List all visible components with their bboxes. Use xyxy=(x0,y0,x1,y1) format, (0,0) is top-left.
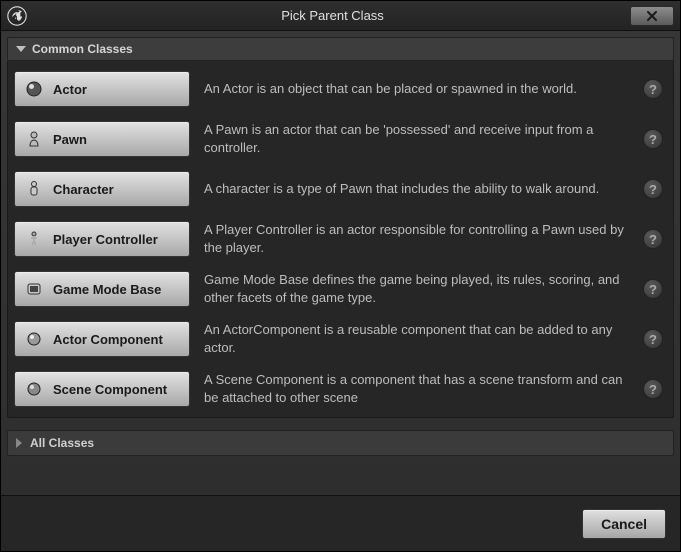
class-label: Game Mode Base xyxy=(53,282,161,297)
dialog-window: Pick Parent Class Common Classes Actor A… xyxy=(0,0,681,552)
help-icon: ? xyxy=(649,332,657,347)
class-row-actor: Actor An Actor is an object that can be … xyxy=(14,71,667,107)
help-icon: ? xyxy=(649,182,657,197)
help-button-character[interactable]: ? xyxy=(643,179,663,199)
common-classes-list: Actor An Actor is an object that can be … xyxy=(7,61,674,418)
actor-icon xyxy=(25,80,43,98)
help-button-player-controller[interactable]: ? xyxy=(643,229,663,249)
class-row-game-mode-base: Game Mode Base Game Mode Base defines th… xyxy=(14,271,667,307)
class-label: Pawn xyxy=(53,132,87,147)
class-label: Actor xyxy=(53,82,87,97)
all-classes-header[interactable]: All Classes xyxy=(7,430,674,456)
class-desc: A character is a type of Pawn that inclu… xyxy=(204,180,629,198)
class-label: Character xyxy=(53,182,114,197)
class-row-actor-component: Actor Component An ActorComponent is a r… xyxy=(14,321,667,357)
class-desc: An Actor is an object that can be placed… xyxy=(204,80,629,98)
common-classes-header[interactable]: Common Classes xyxy=(7,37,674,61)
class-row-pawn: Pawn A Pawn is an actor that can be 'pos… xyxy=(14,121,667,157)
dialog-footer: Cancel xyxy=(1,495,680,551)
player-controller-icon xyxy=(25,230,43,248)
help-button-game-mode-base[interactable]: ? xyxy=(643,279,663,299)
class-desc: Game Mode Base defines the game being pl… xyxy=(204,271,629,306)
class-button-scene-component[interactable]: Scene Component xyxy=(14,371,190,407)
class-desc: A Pawn is an actor that can be 'possesse… xyxy=(204,121,629,156)
class-button-actor-component[interactable]: Actor Component xyxy=(14,321,190,357)
help-icon: ? xyxy=(649,132,657,147)
class-button-pawn[interactable]: Pawn xyxy=(14,121,190,157)
chevron-right-icon xyxy=(16,438,22,448)
help-button-actor[interactable]: ? xyxy=(643,79,663,99)
help-icon: ? xyxy=(649,382,657,397)
class-button-player-controller[interactable]: Player Controller xyxy=(14,221,190,257)
class-row-character: Character A character is a type of Pawn … xyxy=(14,171,667,207)
close-button[interactable] xyxy=(630,6,674,26)
help-icon: ? xyxy=(649,82,657,97)
pawn-icon xyxy=(25,130,43,148)
all-classes-label: All Classes xyxy=(30,436,94,450)
common-classes-label: Common Classes xyxy=(32,42,133,56)
unreal-logo-icon xyxy=(7,6,27,26)
scene-component-icon xyxy=(25,380,43,398)
class-button-game-mode-base[interactable]: Game Mode Base xyxy=(14,271,190,307)
class-row-scene-component: Scene Component A Scene Component is a c… xyxy=(14,371,667,407)
class-row-player-controller: Player Controller A Player Controller is… xyxy=(14,221,667,257)
help-button-actor-component[interactable]: ? xyxy=(643,329,663,349)
class-label: Player Controller xyxy=(53,232,158,247)
chevron-down-icon xyxy=(16,46,26,52)
help-button-pawn[interactable]: ? xyxy=(643,129,663,149)
class-button-actor[interactable]: Actor xyxy=(14,71,190,107)
help-button-scene-component[interactable]: ? xyxy=(643,379,663,399)
class-label: Actor Component xyxy=(53,332,163,347)
dialog-body: Common Classes Actor An Actor is an obje… xyxy=(1,31,680,495)
class-button-character[interactable]: Character xyxy=(14,171,190,207)
help-icon: ? xyxy=(649,282,657,297)
game-mode-base-icon xyxy=(25,280,43,298)
dialog-title: Pick Parent Class xyxy=(35,8,630,23)
character-icon xyxy=(25,180,43,198)
cancel-button[interactable]: Cancel xyxy=(582,509,666,539)
close-icon xyxy=(646,10,658,22)
titlebar: Pick Parent Class xyxy=(1,1,680,31)
class-desc: A Player Controller is an actor responsi… xyxy=(204,221,629,256)
class-desc: An ActorComponent is a reusable componen… xyxy=(204,321,629,356)
actor-component-icon xyxy=(25,330,43,348)
class-label: Scene Component xyxy=(53,382,167,397)
class-desc: A Scene Component is a component that ha… xyxy=(204,371,629,406)
help-icon: ? xyxy=(649,232,657,247)
